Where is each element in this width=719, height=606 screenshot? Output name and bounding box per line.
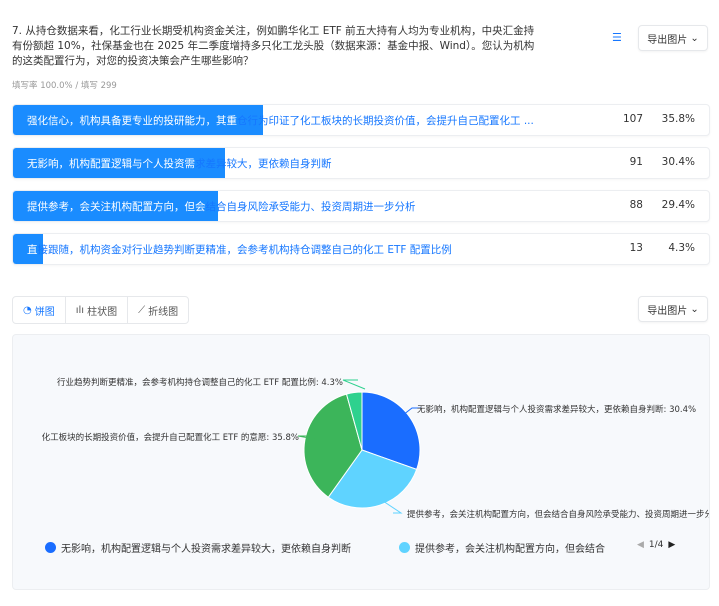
- tab-label: 折线图: [148, 306, 179, 318]
- option-row: 直接跟随，机构资金对行业趋势判断更精准，会参考机构持仓调整自己的化工 ETF 配…: [12, 233, 710, 265]
- option-count: 88: [629, 199, 643, 211]
- legend-item[interactable]: 无影响，机构配置逻辑与个人投资需求差异较大，更依赖自身判断: [45, 540, 351, 555]
- label-leader-line: [382, 500, 403, 514]
- slice-label: 无影响，机构配置逻辑与个人投资需求差异较大，更依赖自身判断: 30.4%: [417, 405, 697, 415]
- option-count: 13: [629, 242, 643, 254]
- legend-dot: [45, 542, 56, 553]
- slice-label: 提供参考，会关注机构配置方向，但会结合自身风险承受能力、投资周期进一步分析: 2…: [407, 510, 710, 520]
- tab-line[interactable]: ⟋ 折线图: [128, 297, 188, 323]
- legend-pager: ◀ 1/4 ▶: [637, 540, 675, 550]
- prev-page-icon[interactable]: ◀: [637, 540, 644, 550]
- tab-label: 饼图: [34, 306, 55, 318]
- option-percent: 30.4%: [661, 156, 695, 168]
- chevron-down-icon: ⌄: [690, 303, 699, 315]
- legend-page: 1/4: [648, 540, 664, 550]
- export-label: 导出图片: [647, 305, 688, 317]
- legend-dot: [399, 542, 410, 553]
- fill-rate: 填写率 100.0% / 填写 299: [12, 81, 117, 91]
- option-label: 无影响，机构配置逻辑与个人投资需求差异较大，更依赖自身判断: [27, 158, 332, 170]
- tab-label: 柱状图: [87, 306, 118, 318]
- question-text: 7. 从持仓数据来看，化工行业长期受机构资金关注，例如鹏华化工 ETF 前五大持…: [12, 25, 535, 67]
- legend-label: 提供参考，会关注机构配置方向，但会结合: [415, 544, 605, 555]
- legend-item[interactable]: 提供参考，会关注机构配置方向，但会结合: [399, 540, 605, 555]
- legend-label: 无影响，机构配置逻辑与个人投资需求差异较大，更依赖自身判断: [61, 544, 351, 555]
- option-percent: 29.4%: [661, 199, 695, 211]
- export-button-chart[interactable]: 导出图片 ⌄: [638, 296, 708, 322]
- chevron-down-icon: ⌄: [690, 32, 699, 44]
- export-button-top[interactable]: 导出图片 ⌄: [638, 25, 708, 51]
- export-label: 导出图片: [647, 34, 688, 46]
- option-row: 提供参考，会关注机构配置方向，但会结合自身风险承受能力、投资周期进一步分析 88…: [12, 190, 710, 222]
- line-chart-icon: ⟋: [138, 304, 146, 316]
- pie-chart: 无影响，机构配置逻辑与个人投资需求差异较大，更依赖自身判断: 30.4% 提供参…: [12, 334, 710, 590]
- slice-label: 行业趋势判断更精准，会参考机构持仓调整自己的化工 ETF 配置比例: 4.3%: [56, 378, 343, 388]
- label-leader-line: [342, 379, 366, 390]
- option-count: 91: [629, 156, 643, 168]
- bar-chart-icon: ılı: [75, 304, 85, 316]
- option-label: 提供参考，会关注机构配置方向，但会结合自身风险承受能力、投资周期进一步分析: [27, 201, 416, 213]
- next-page-icon[interactable]: ▶: [668, 540, 675, 550]
- tab-bar[interactable]: ılı 柱状图: [66, 297, 129, 323]
- pie-icon: ◔: [23, 304, 32, 316]
- option-row: 强化信心，机构具备更专业的投研能力，其重仓行为印证了化工板块的长期投资价值，会提…: [12, 104, 710, 136]
- list-toggle-icon[interactable]: ☰: [612, 31, 622, 44]
- slice-label: 化工板块的长期投资价值，会提升自己配置化工 ETF 的意愿: 35.8%: [41, 433, 299, 443]
- option-percent: 35.8%: [661, 113, 695, 125]
- option-label: 强化信心，机构具备更专业的投研能力，其重仓行为印证了化工板块的长期投资价值，会提…: [27, 115, 534, 127]
- option-row: 无影响，机构配置逻辑与个人投资需求差异较大，更依赖自身判断 91 30.4%: [12, 147, 710, 179]
- chart-tabs: ◔ 饼图 ılı 柱状图 ⟋ 折线图: [12, 296, 190, 324]
- option-count: 107: [622, 113, 643, 125]
- tab-pie[interactable]: ◔ 饼图: [13, 297, 66, 323]
- option-label: 直接跟随，机构资金对行业趋势判断更精准，会参考机构持仓调整自己的化工 ETF 配…: [27, 244, 452, 256]
- option-percent: 4.3%: [668, 242, 695, 254]
